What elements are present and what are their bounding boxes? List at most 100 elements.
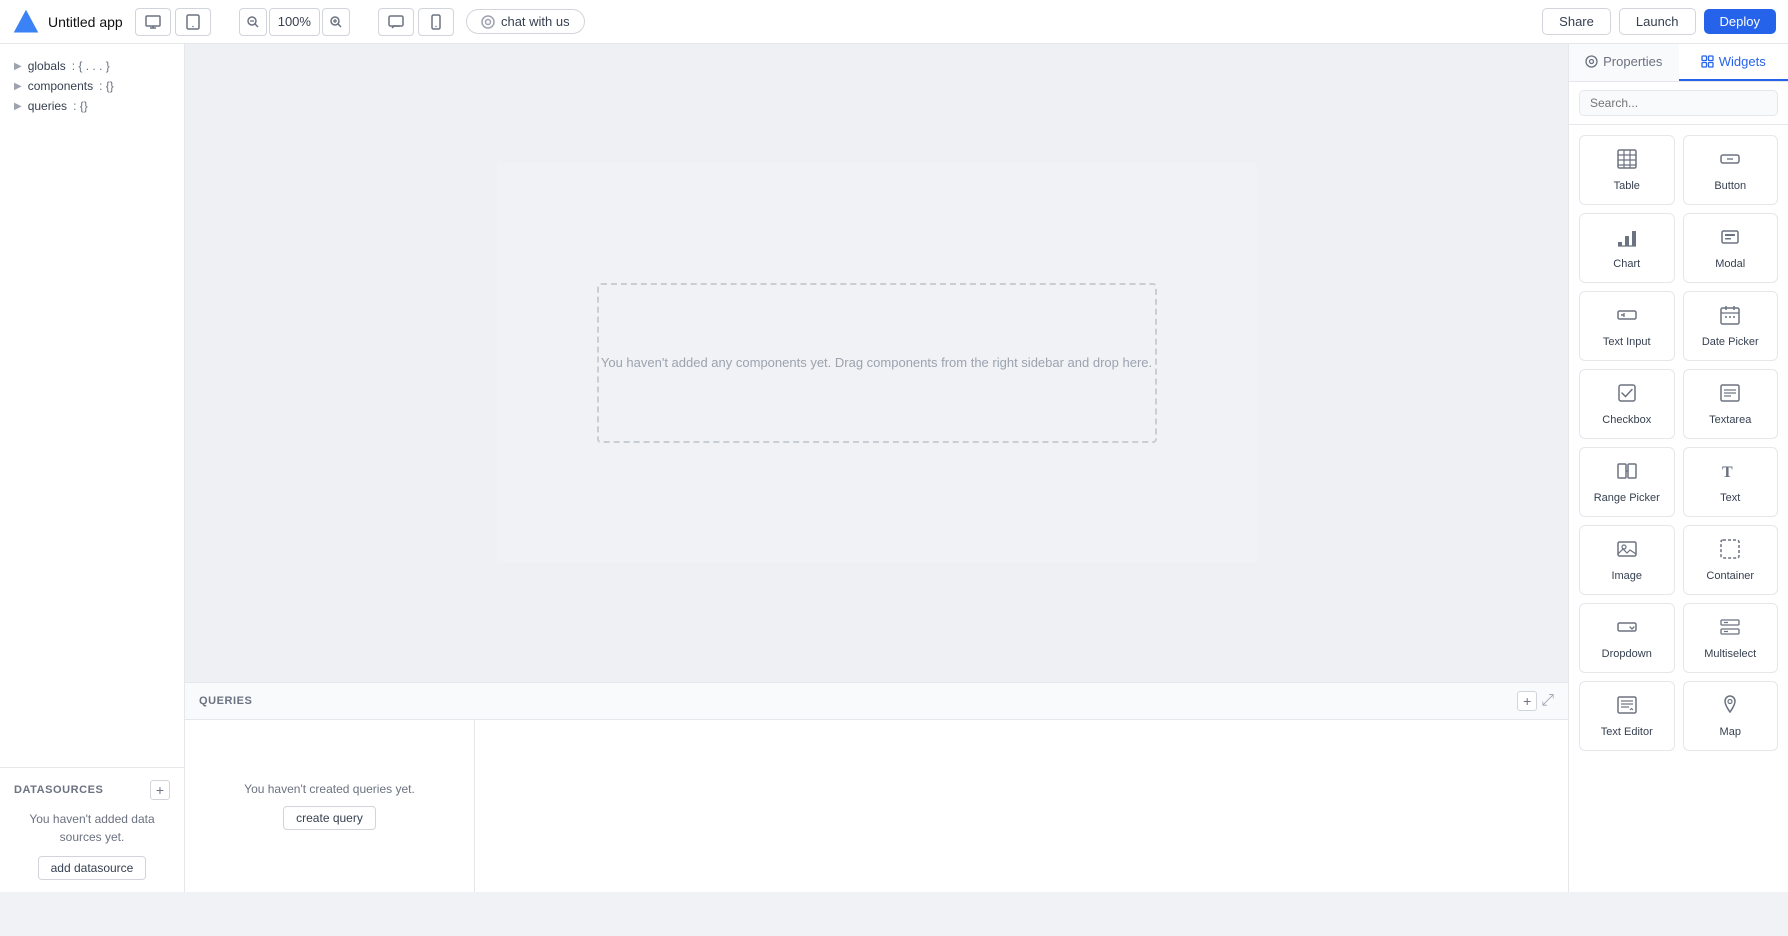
widget-button-label: Button [1714,180,1746,192]
widget-date-picker[interactable]: Date Picker [1683,291,1779,361]
tree-item-queries[interactable]: ▶ queries : {} [14,96,170,116]
widget-container-label: Container [1706,570,1754,582]
mobile-view-btn[interactable] [418,8,454,36]
widget-text-editor[interactable]: Text Editor [1579,681,1675,751]
widget-multiselect[interactable]: Multiselect [1683,603,1779,673]
tree-arrow-components: ▶ [14,81,22,92]
dropdown-icon [1616,616,1638,643]
widgets-grid: Table Button Chart Moda [1569,125,1788,761]
widget-container[interactable]: Container [1683,525,1779,595]
modal-icon [1719,226,1741,253]
widget-textarea-label: Textarea [1709,414,1751,426]
chat-btn[interactable]: chat with us [466,9,585,34]
widget-chart[interactable]: Chart [1579,213,1675,283]
widget-multiselect-label: Multiselect [1704,648,1756,660]
search-box [1569,82,1788,125]
zoom-out-btn[interactable] [239,8,267,36]
add-datasource-icon-btn[interactable]: + [150,780,170,800]
datasources-section: DATASOURCES + You haven't added data sou… [0,767,184,892]
widget-dropdown-label: Dropdown [1602,648,1652,660]
topbar: Untitled app 100% chat with us Share Lau… [0,0,1788,44]
canvas-frame: You haven't added any components yet. Dr… [497,163,1257,563]
container-icon [1719,538,1741,565]
date-picker-icon [1719,304,1741,331]
checkbox-icon [1616,382,1638,409]
right-sidebar: Properties Widgets Table [1568,44,1788,892]
add-datasource-button[interactable]: add datasource [38,856,147,880]
main-layout: ▶ globals : { . . . } ▶ components : {} … [0,44,1788,892]
tree-arrow-globals: ▶ [14,61,22,72]
text-input-icon [1616,304,1638,331]
table-icon [1616,148,1638,175]
widget-text-input[interactable]: Text Input [1579,291,1675,361]
widget-text-label: Text [1720,492,1740,504]
tab-widgets-label: Widgets [1719,54,1766,69]
widget-modal[interactable]: Modal [1683,213,1779,283]
app-title: Untitled app [48,14,123,30]
queries-expand-btn[interactable]: ⤢ [1541,691,1554,711]
button-icon [1719,148,1741,175]
map-icon [1719,694,1741,721]
canvas-main: You haven't added any components yet. Dr… [185,44,1568,682]
widget-chart-label: Chart [1613,258,1640,270]
canvas-area: You haven't added any components yet. Dr… [185,44,1568,892]
share-button[interactable]: Share [1542,8,1611,35]
device-toggle [378,8,454,36]
drop-zone[interactable]: You haven't added any components yet. Dr… [597,283,1157,443]
empty-queries-text: You haven't created queries yet. [244,782,415,796]
widget-date-picker-label: Date Picker [1702,336,1759,348]
chat-label: chat with us [501,14,570,29]
queries-actions: + ⤢ [1517,691,1554,711]
logo-icon [12,8,40,36]
widget-image[interactable]: Image [1579,525,1675,595]
widget-checkbox-label: Checkbox [1602,414,1651,426]
text-icon: T [1719,460,1741,487]
range-picker-icon [1616,460,1638,487]
datasources-label: DATASOURCES [14,784,103,796]
queries-list: You haven't created queries yet. create … [185,720,475,892]
datasources-header: DATASOURCES + [14,780,170,800]
widget-table[interactable]: Table [1579,135,1675,205]
tree-arrow-queries: ▶ [14,101,22,112]
image-icon [1616,538,1638,565]
zoom-in-btn[interactable] [322,8,350,36]
tree-item-globals[interactable]: ▶ globals : { . . . } [14,56,170,76]
left-sidebar: ▶ globals : { . . . } ▶ components : {} … [0,44,185,892]
tab-properties-label: Properties [1603,54,1662,69]
textarea-icon [1719,382,1741,409]
widget-map[interactable]: Map [1683,681,1779,751]
view-toggle [135,8,211,36]
tab-widgets[interactable]: Widgets [1679,44,1788,81]
queries-panel: QUERIES + ⤢ You haven't created queries … [185,682,1568,892]
comment-btn[interactable] [378,8,414,36]
empty-datasources-text: You haven't added data sources yet. [14,810,170,846]
chart-icon [1616,226,1638,253]
widget-image-label: Image [1611,570,1642,582]
widget-textarea[interactable]: Textarea [1683,369,1779,439]
drop-zone-text: You haven't added any components yet. Dr… [601,353,1152,374]
text-editor-icon [1616,694,1638,721]
tablet-view-btn[interactable] [175,8,211,36]
desktop-view-btn[interactable] [135,8,171,36]
add-query-btn[interactable]: + [1517,691,1537,711]
create-query-button[interactable]: create query [283,806,376,830]
widget-dropdown[interactable]: Dropdown [1579,603,1675,673]
widget-range-picker[interactable]: Range Picker [1579,447,1675,517]
widget-button[interactable]: Button [1683,135,1779,205]
tab-properties[interactable]: Properties [1569,44,1679,81]
search-input[interactable] [1579,90,1778,116]
widget-map-label: Map [1720,726,1741,738]
deploy-button[interactable]: Deploy [1704,9,1776,34]
queries-body: You haven't created queries yet. create … [185,720,1568,892]
widget-text-editor-label: Text Editor [1601,726,1653,738]
widget-text[interactable]: T Text [1683,447,1779,517]
zoom-level: 100% [269,8,320,36]
widget-text-input-label: Text Input [1603,336,1651,348]
queries-label: QUERIES [199,695,252,707]
tree-item-components[interactable]: ▶ components : {} [14,76,170,96]
widget-modal-label: Modal [1715,258,1745,270]
queries-header: QUERIES + ⤢ [185,683,1568,720]
launch-button[interactable]: Launch [1619,8,1696,35]
widget-checkbox[interactable]: Checkbox [1579,369,1675,439]
topbar-right: Share Launch Deploy [1542,8,1776,35]
